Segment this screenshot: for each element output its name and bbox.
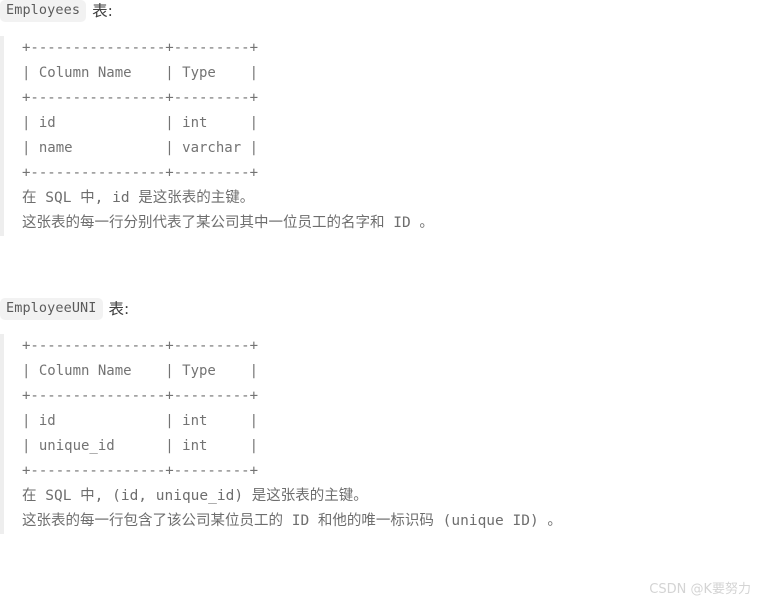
section-heading-employees: Employees 表: — [0, 0, 765, 22]
ascii-table-employees: +----------------+---------+ | Column Na… — [22, 40, 259, 181]
section-heading-suffix-employees: 表: — [92, 2, 113, 20]
code-block-employees: +----------------+---------+ | Column Na… — [0, 36, 765, 236]
section-heading-employeeuni: EmployeeUNI 表: — [0, 298, 765, 320]
spacer-after-heading-1 — [0, 22, 765, 36]
csdn-watermark: CSDN @K要努力 — [649, 582, 751, 597]
ascii-table-employeeuni: +----------------+---------+ | Column Na… — [22, 338, 259, 479]
section-heading-suffix-employeeuni: 表: — [108, 300, 130, 318]
inline-code-badge-employees: Employees — [0, 0, 87, 22]
code-block-employeeuni: +----------------+---------+ | Column Na… — [0, 334, 765, 534]
table-notes-employeeuni: 在 SQL 中, (id, unique_id) 是这张表的主键。 这张表的每一… — [22, 488, 562, 529]
spacer-after-heading-2 — [0, 320, 765, 334]
document-page: Employees 表: +----------------+---------… — [0, 0, 765, 605]
spacer-between-sections — [0, 236, 765, 298]
table-notes-employees: 在 SQL 中, id 是这张表的主键。 这张表的每一行分别代表了某公司其中一位… — [22, 190, 434, 231]
inline-code-badge-employeeuni: EmployeeUNI — [0, 298, 103, 320]
